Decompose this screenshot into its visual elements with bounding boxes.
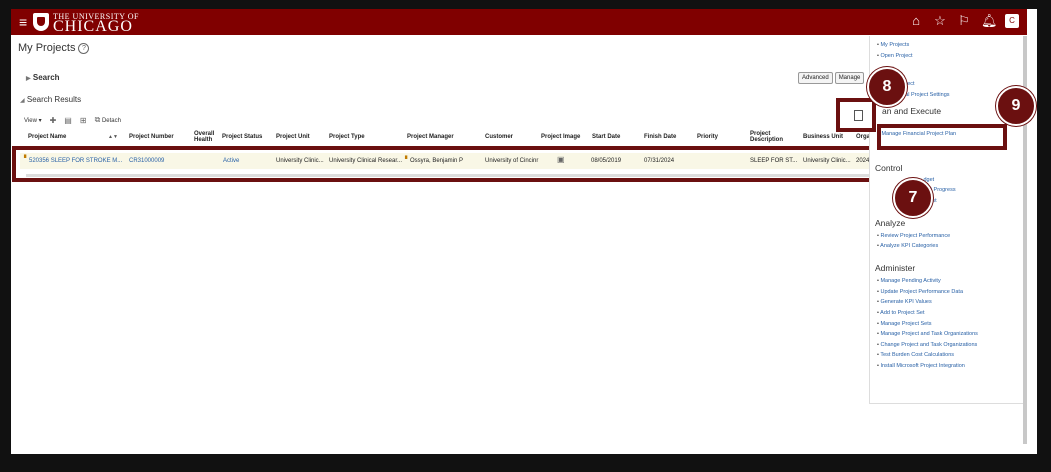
document-icon [854,110,863,121]
collapse-triangle-icon: ◢ [20,98,25,104]
step-9-highlight-frame [877,124,1007,150]
logo-text-bottom: CHICAGO [53,18,133,35]
add-icon[interactable]: ✚ [50,116,57,125]
col-project-name[interactable]: Project Name [28,134,66,140]
help-icon[interactable]: ? [78,42,90,54]
detach-button[interactable]: ⧉ Detach [95,115,121,125]
frame-border-left [0,0,11,472]
home-icon[interactable]: ⌂ [909,14,923,28]
task-link-analyze-kpi-categories[interactable]: Analyze KPI Categories [877,243,938,249]
page-title: My Projects? [18,42,90,54]
task-link-test-burden-cost-calculations[interactable]: Test Burden Cost Calculations [877,352,954,358]
col-project-image[interactable]: Project Image [541,134,580,140]
col-project-type[interactable]: Project Type [329,134,365,140]
columns-icon[interactable]: ⊞ [80,116,87,125]
analyze-heading: Analyze [875,218,906,228]
col-organization[interactable]: Orga [856,134,870,140]
tasks-panel-toggle-button[interactable] [836,98,876,132]
task-link-manage-pending-activity[interactable]: Manage Pending Activity [877,278,940,284]
col-customer[interactable]: Customer [485,134,513,140]
search-buttons: Advanced Manage [798,72,865,84]
col-overall-health[interactable]: Overall Health [194,131,218,143]
view-menu[interactable]: View ▾ [24,117,42,124]
step-7-highlight-frame [12,146,925,182]
col-finish-date[interactable]: Finish Date [644,134,676,140]
bell-icon[interactable]: 🔔︎ [981,14,998,28]
task-link-my-projects[interactable]: My Projects [877,42,909,48]
view-label: View [24,117,37,124]
table-header: Project Name ▲▼ Project Number Overall H… [24,131,870,145]
plan-and-execute-heading: an and Execute [882,106,942,116]
administer-heading: Administer [875,263,916,273]
manage-button[interactable]: Manage [834,72,865,84]
task-link-manage-project-sets[interactable]: Manage Project Sets [877,321,931,327]
user-icon[interactable]: C [1005,14,1019,28]
task-link-manage-project-task-organizations[interactable]: Manage Project and Task Organizations [877,331,977,337]
results-toolbar: View ▾ ✚ ▤ ⊞ ⧉ Detach [24,115,121,125]
screenshot-frame: ≡ THE UNIVERSITY OF CHICAGO ⌂ ☆ ⚐ 🔔︎ C M… [0,0,1051,472]
col-start-date[interactable]: Start Date [592,134,620,140]
col-project-description[interactable]: Project Description [750,131,790,143]
expand-triangle-icon: ▶ [26,76,31,82]
task-link-add-to-project-set[interactable]: Add to Project Set [877,310,924,316]
star-icon[interactable]: ☆ [933,14,947,28]
step-7-badge: 7 [893,178,933,218]
frame-border-top [0,0,1051,9]
hamburger-icon[interactable]: ≡ [19,15,27,29]
header-icons: ⌂ ☆ ⚐ 🔔︎ C [909,14,1019,28]
search-label: Search [32,73,60,82]
global-header: ≡ THE UNIVERSITY OF CHICAGO ⌂ ☆ ⚐ 🔔︎ C [11,9,1027,35]
task-link-review-project-performance[interactable]: Review Project Performance [877,233,950,239]
step-8-badge: 8 [867,67,907,107]
col-project-number[interactable]: Project Number [129,134,174,140]
flag-icon[interactable]: ⚐ [957,14,971,28]
frame-border-right [1037,0,1051,472]
col-project-status[interactable]: Project Status [222,134,262,140]
edit-icon[interactable]: ▤ [64,116,72,125]
col-business-unit[interactable]: Business Unit [803,134,843,140]
sort-arrows-icon[interactable]: ▲▼ [108,134,118,140]
detach-icon: ⧉ [94,115,101,124]
task-link-generate-kpi-values[interactable]: Generate KPI Values [877,299,931,305]
step-9-badge: 9 [996,86,1036,126]
search-results-toggle[interactable]: ◢ Search Results [20,95,81,104]
col-project-unit[interactable]: Project Unit [276,134,310,140]
detach-label: Detach [101,118,121,124]
task-link-open-project[interactable]: Open Project [877,53,912,59]
frame-border-bottom [0,454,1051,472]
advanced-button[interactable]: Advanced [798,72,833,84]
search-section-toggle[interactable]: ▶ Search [26,73,60,82]
task-link-change-project-task-organizations[interactable]: Change Project and Task Organizations [877,342,977,348]
col-priority[interactable]: Priority [697,134,718,140]
search-results-label: Search Results [26,95,82,104]
task-link-install-microsoft-project-integration[interactable]: Install Microsoft Project Integration [877,363,964,369]
university-crest-logo [33,13,49,31]
page-title-text: My Projects [18,42,76,54]
task-link-update-project-performance-data[interactable]: Update Project Performance Data [877,289,963,295]
control-heading: Control [875,163,903,173]
col-project-manager[interactable]: Project Manager [407,134,454,140]
